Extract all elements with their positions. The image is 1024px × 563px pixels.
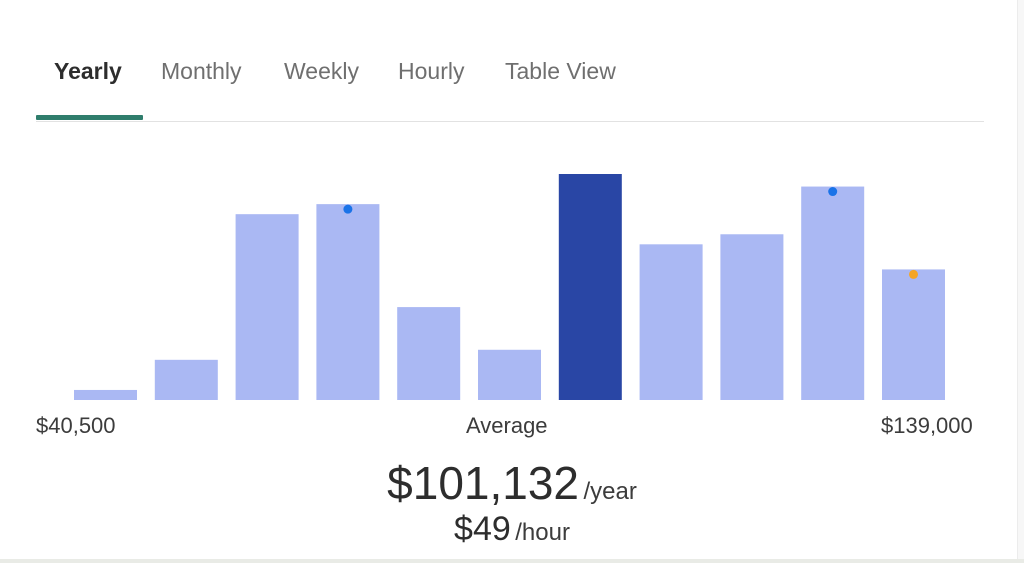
bar-marker-dot bbox=[343, 204, 353, 214]
scrollbar-track bbox=[1017, 0, 1024, 563]
x-max-label: $139,000 bbox=[881, 413, 973, 438]
x-mid-label: Average bbox=[466, 413, 548, 438]
bar[interactable] bbox=[316, 204, 380, 400]
bar[interactable] bbox=[397, 307, 461, 400]
x-min-label: $40,500 bbox=[36, 413, 116, 438]
bar[interactable] bbox=[720, 234, 784, 400]
tab-hourly[interactable]: Hourly bbox=[398, 56, 464, 86]
yearly-salary-unit: /year bbox=[583, 478, 637, 505]
hourly-salary-value: $49 bbox=[454, 510, 511, 548]
tab-weekly[interactable]: Weekly bbox=[284, 56, 359, 86]
bar[interactable] bbox=[235, 214, 299, 400]
hourly-salary: $49 /hour bbox=[0, 510, 1024, 549]
tab-table-view[interactable]: Table View bbox=[505, 56, 616, 86]
bar-marker-dot bbox=[909, 269, 918, 279]
bar-marker-dot bbox=[828, 187, 838, 197]
active-tab-indicator bbox=[36, 115, 143, 120]
salary-distribution-chart bbox=[74, 174, 945, 400]
yearly-salary: $101,132 /year bbox=[0, 456, 1024, 510]
hourly-salary-unit: /hour bbox=[515, 519, 570, 546]
tab-yearly[interactable]: Yearly bbox=[54, 56, 122, 86]
bar[interactable] bbox=[478, 349, 541, 400]
bar[interactable] bbox=[639, 244, 703, 400]
tab-monthly[interactable]: Monthly bbox=[161, 56, 242, 86]
bar[interactable] bbox=[882, 269, 945, 400]
yearly-salary-value: $101,132 bbox=[387, 457, 580, 509]
bar[interactable] bbox=[154, 359, 218, 400]
bar-average[interactable] bbox=[558, 174, 622, 400]
bar[interactable] bbox=[801, 186, 865, 400]
bar[interactable] bbox=[74, 389, 137, 400]
bottom-divider bbox=[0, 559, 1024, 563]
pay-period-tabs: Yearly Monthly Weekly Hourly Table View bbox=[36, 0, 984, 122]
